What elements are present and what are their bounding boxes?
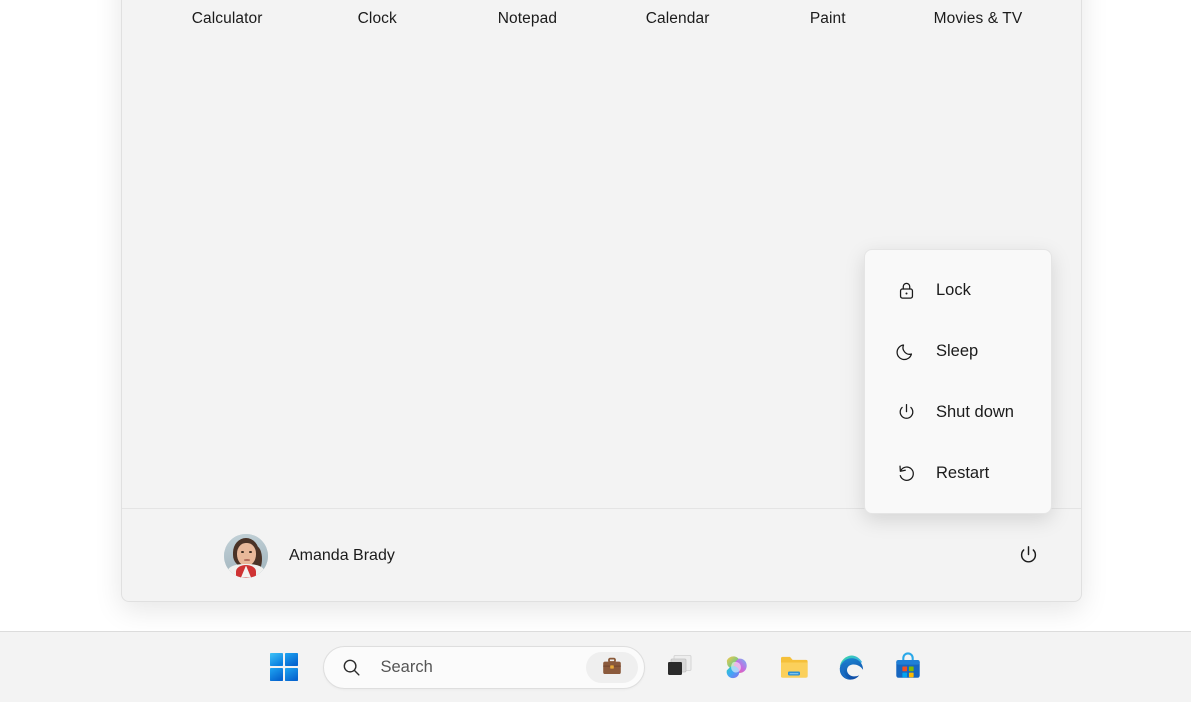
pinned-app-label: Paint <box>809 10 846 27</box>
desktop-screen: Calculator Clock Notepad Calendar Paint … <box>0 0 1191 702</box>
user-avatar-photo <box>224 533 268 578</box>
power-menu-item-label: Lock <box>936 281 971 299</box>
power-button[interactable] <box>1007 535 1049 577</box>
pinned-app-calculator[interactable]: Calculator <box>152 0 302 28</box>
power-icon <box>1020 546 1036 563</box>
calculator-icon <box>204 0 250 1</box>
copilot-icon <box>726 655 747 678</box>
search-icon <box>341 656 363 678</box>
pinned-app-clock[interactable]: Clock <box>302 0 452 28</box>
account-row: Amanda Brady <box>122 509 1083 602</box>
lock-icon <box>895 279 918 302</box>
pinned-app-paint: Paint <box>753 0 903 28</box>
taskbar-button-task-view[interactable] <box>658 645 702 689</box>
clock-icon <box>354 0 400 1</box>
taskbar-start-button[interactable] <box>262 645 306 689</box>
calendar-icon <box>655 0 701 1</box>
power-menu-item-label: Sleep <box>936 342 979 360</box>
pinned-app-movies-tv: Movies & TV <box>903 0 1053 28</box>
movies-tv-icon <box>955 0 1001 1</box>
power-menu-item-lock[interactable]: Lock <box>871 260 1045 321</box>
pinned-app-label: Calculator <box>191 10 263 27</box>
pinned-apps-grid: Calculator Clock Notepad Calendar Paint … <box>122 0 1083 28</box>
notepad-icon <box>504 0 550 1</box>
pinned-app-notepad: Notepad <box>452 0 602 28</box>
user-account-button[interactable]: Amanda Brady <box>218 528 407 584</box>
paint-icon <box>805 0 851 1</box>
power-menu-item-shut-down[interactable]: Shut down <box>871 382 1045 443</box>
pinned-app-label: Calendar <box>645 10 710 27</box>
briefcase-icon <box>602 657 621 674</box>
search-work-profile-badge[interactable] <box>585 651 638 683</box>
windows-logo-icon <box>269 653 298 681</box>
pinned-app-label: Notepad <box>497 10 558 27</box>
task-view-icon <box>667 655 691 675</box>
pinned-app-label: Movies & TV <box>933 10 1023 27</box>
microsoft-store-icon <box>895 652 920 678</box>
power-options-flyout: Lock Sleep Shut down Restart <box>864 249 1052 514</box>
taskbar-button-microsoft-store[interactable] <box>886 645 930 689</box>
taskbar-button-edge[interactable] <box>829 645 873 689</box>
user-account-name: Amanda Brady <box>289 546 395 564</box>
moon-icon <box>895 340 918 363</box>
edge-icon <box>839 654 864 680</box>
pinned-app-calendar: Calendar <box>603 0 753 28</box>
file-explorer-icon <box>780 656 808 678</box>
power-menu-item-sleep[interactable]: Sleep <box>871 321 1045 382</box>
taskbar-search-box[interactable]: Search <box>322 645 645 689</box>
search-placeholder-text: Search <box>380 657 433 676</box>
taskbar-items: Search <box>262 645 930 689</box>
power-menu-item-label: Restart <box>936 464 990 482</box>
taskbar-button-file-explorer[interactable] <box>772 645 816 689</box>
taskbar-button-copilot[interactable] <box>715 645 759 689</box>
power-icon <box>895 401 918 424</box>
power-menu-item-restart[interactable]: Restart <box>871 443 1045 504</box>
pinned-app-label: Clock <box>357 10 397 27</box>
power-menu-item-label: Shut down <box>936 403 1014 421</box>
restart-icon <box>895 462 918 485</box>
taskbar: Search <box>0 631 1191 702</box>
